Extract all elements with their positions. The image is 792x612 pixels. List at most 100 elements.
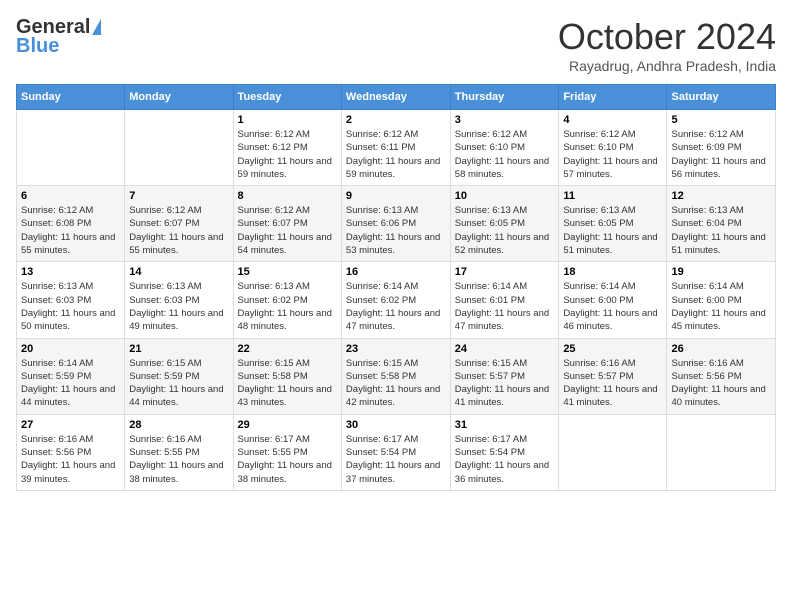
logo: General Blue <box>16 16 101 58</box>
table-row <box>559 414 667 490</box>
day-sunset: Sunset: 5:56 PM <box>671 370 771 383</box>
day-sunset: Sunset: 5:54 PM <box>346 446 446 459</box>
day-daylight: Daylight: 11 hours and 55 minutes. <box>129 231 228 258</box>
table-row: 12 Sunrise: 6:13 AM Sunset: 6:04 PM Dayl… <box>667 186 776 262</box>
table-row: 2 Sunrise: 6:12 AM Sunset: 6:11 PM Dayli… <box>341 110 450 186</box>
weekday-header-row: Sunday Monday Tuesday Wednesday Thursday… <box>17 85 776 110</box>
title-block: October 2024 Rayadrug, Andhra Pradesh, I… <box>558 16 776 74</box>
day-daylight: Daylight: 11 hours and 57 minutes. <box>563 155 662 182</box>
table-row: 20 Sunrise: 6:14 AM Sunset: 5:59 PM Dayl… <box>17 338 125 414</box>
table-row: 31 Sunrise: 6:17 AM Sunset: 5:54 PM Dayl… <box>450 414 559 490</box>
day-sunrise: Sunrise: 6:12 AM <box>455 128 555 141</box>
day-sunset: Sunset: 5:58 PM <box>238 370 337 383</box>
day-sunset: Sunset: 5:57 PM <box>563 370 662 383</box>
day-daylight: Daylight: 11 hours and 49 minutes. <box>129 307 228 334</box>
logo-triangle-icon <box>92 19 101 35</box>
day-number: 7 <box>129 190 228 202</box>
day-number: 2 <box>346 114 446 126</box>
day-number: 22 <box>238 343 337 355</box>
table-row: 6 Sunrise: 6:12 AM Sunset: 6:08 PM Dayli… <box>17 186 125 262</box>
location-subtitle: Rayadrug, Andhra Pradesh, India <box>558 58 776 74</box>
calendar-week-row: 20 Sunrise: 6:14 AM Sunset: 5:59 PM Dayl… <box>17 338 776 414</box>
table-row: 28 Sunrise: 6:16 AM Sunset: 5:55 PM Dayl… <box>125 414 233 490</box>
day-sunrise: Sunrise: 6:13 AM <box>671 204 771 217</box>
day-sunrise: Sunrise: 6:15 AM <box>129 357 228 370</box>
day-sunrise: Sunrise: 6:13 AM <box>21 280 120 293</box>
day-sunset: Sunset: 6:04 PM <box>671 217 771 230</box>
table-row: 26 Sunrise: 6:16 AM Sunset: 5:56 PM Dayl… <box>667 338 776 414</box>
table-row: 23 Sunrise: 6:15 AM Sunset: 5:58 PM Dayl… <box>341 338 450 414</box>
day-sunrise: Sunrise: 6:13 AM <box>129 280 228 293</box>
day-number: 29 <box>238 419 337 431</box>
day-sunrise: Sunrise: 6:14 AM <box>563 280 662 293</box>
day-sunrise: Sunrise: 6:17 AM <box>238 433 337 446</box>
day-sunrise: Sunrise: 6:15 AM <box>346 357 446 370</box>
table-row: 14 Sunrise: 6:13 AM Sunset: 6:03 PM Dayl… <box>125 262 233 338</box>
day-sunset: Sunset: 6:09 PM <box>671 141 771 154</box>
header-wednesday: Wednesday <box>341 85 450 110</box>
day-sunset: Sunset: 6:00 PM <box>671 294 771 307</box>
day-number: 16 <box>346 266 446 278</box>
header-friday: Friday <box>559 85 667 110</box>
header-saturday: Saturday <box>667 85 776 110</box>
table-row: 19 Sunrise: 6:14 AM Sunset: 6:00 PM Dayl… <box>667 262 776 338</box>
table-row: 8 Sunrise: 6:12 AM Sunset: 6:07 PM Dayli… <box>233 186 341 262</box>
day-sunset: Sunset: 6:02 PM <box>238 294 337 307</box>
day-daylight: Daylight: 11 hours and 53 minutes. <box>346 231 446 258</box>
day-daylight: Daylight: 11 hours and 48 minutes. <box>238 307 337 334</box>
header-tuesday: Tuesday <box>233 85 341 110</box>
day-sunset: Sunset: 5:57 PM <box>455 370 555 383</box>
day-number: 31 <box>455 419 555 431</box>
day-daylight: Daylight: 11 hours and 38 minutes. <box>129 459 228 486</box>
day-sunrise: Sunrise: 6:15 AM <box>455 357 555 370</box>
day-daylight: Daylight: 11 hours and 55 minutes. <box>21 231 120 258</box>
day-sunset: Sunset: 6:01 PM <box>455 294 555 307</box>
day-number: 23 <box>346 343 446 355</box>
day-sunset: Sunset: 6:03 PM <box>129 294 228 307</box>
day-daylight: Daylight: 11 hours and 54 minutes. <box>238 231 337 258</box>
day-sunset: Sunset: 6:05 PM <box>455 217 555 230</box>
day-sunrise: Sunrise: 6:12 AM <box>21 204 120 217</box>
table-row <box>17 110 125 186</box>
day-daylight: Daylight: 11 hours and 43 minutes. <box>238 383 337 410</box>
day-sunrise: Sunrise: 6:12 AM <box>563 128 662 141</box>
calendar-week-row: 27 Sunrise: 6:16 AM Sunset: 5:56 PM Dayl… <box>17 414 776 490</box>
table-row: 15 Sunrise: 6:13 AM Sunset: 6:02 PM Dayl… <box>233 262 341 338</box>
day-sunset: Sunset: 6:00 PM <box>563 294 662 307</box>
day-number: 13 <box>21 266 120 278</box>
day-daylight: Daylight: 11 hours and 51 minutes. <box>671 231 771 258</box>
day-number: 28 <box>129 419 228 431</box>
day-daylight: Daylight: 11 hours and 44 minutes. <box>21 383 120 410</box>
day-daylight: Daylight: 11 hours and 44 minutes. <box>129 383 228 410</box>
day-number: 19 <box>671 266 771 278</box>
logo-blue: Blue <box>16 35 59 58</box>
table-row: 24 Sunrise: 6:15 AM Sunset: 5:57 PM Dayl… <box>450 338 559 414</box>
table-row: 17 Sunrise: 6:14 AM Sunset: 6:01 PM Dayl… <box>450 262 559 338</box>
day-sunrise: Sunrise: 6:14 AM <box>671 280 771 293</box>
header-monday: Monday <box>125 85 233 110</box>
day-number: 9 <box>346 190 446 202</box>
day-daylight: Daylight: 11 hours and 39 minutes. <box>21 459 120 486</box>
day-sunset: Sunset: 6:07 PM <box>129 217 228 230</box>
day-sunset: Sunset: 6:06 PM <box>346 217 446 230</box>
day-number: 6 <box>21 190 120 202</box>
day-sunrise: Sunrise: 6:14 AM <box>346 280 446 293</box>
month-title: October 2024 <box>558 16 776 58</box>
day-sunset: Sunset: 5:59 PM <box>21 370 120 383</box>
day-sunrise: Sunrise: 6:16 AM <box>563 357 662 370</box>
table-row: 22 Sunrise: 6:15 AM Sunset: 5:58 PM Dayl… <box>233 338 341 414</box>
day-sunrise: Sunrise: 6:16 AM <box>671 357 771 370</box>
day-number: 27 <box>21 419 120 431</box>
day-daylight: Daylight: 11 hours and 50 minutes. <box>21 307 120 334</box>
day-sunset: Sunset: 6:02 PM <box>346 294 446 307</box>
day-sunrise: Sunrise: 6:16 AM <box>21 433 120 446</box>
day-number: 26 <box>671 343 771 355</box>
day-number: 17 <box>455 266 555 278</box>
day-number: 5 <box>671 114 771 126</box>
day-daylight: Daylight: 11 hours and 59 minutes. <box>346 155 446 182</box>
day-sunset: Sunset: 6:10 PM <box>455 141 555 154</box>
day-sunset: Sunset: 6:03 PM <box>21 294 120 307</box>
table-row: 29 Sunrise: 6:17 AM Sunset: 5:55 PM Dayl… <box>233 414 341 490</box>
day-sunrise: Sunrise: 6:12 AM <box>671 128 771 141</box>
day-sunrise: Sunrise: 6:17 AM <box>346 433 446 446</box>
